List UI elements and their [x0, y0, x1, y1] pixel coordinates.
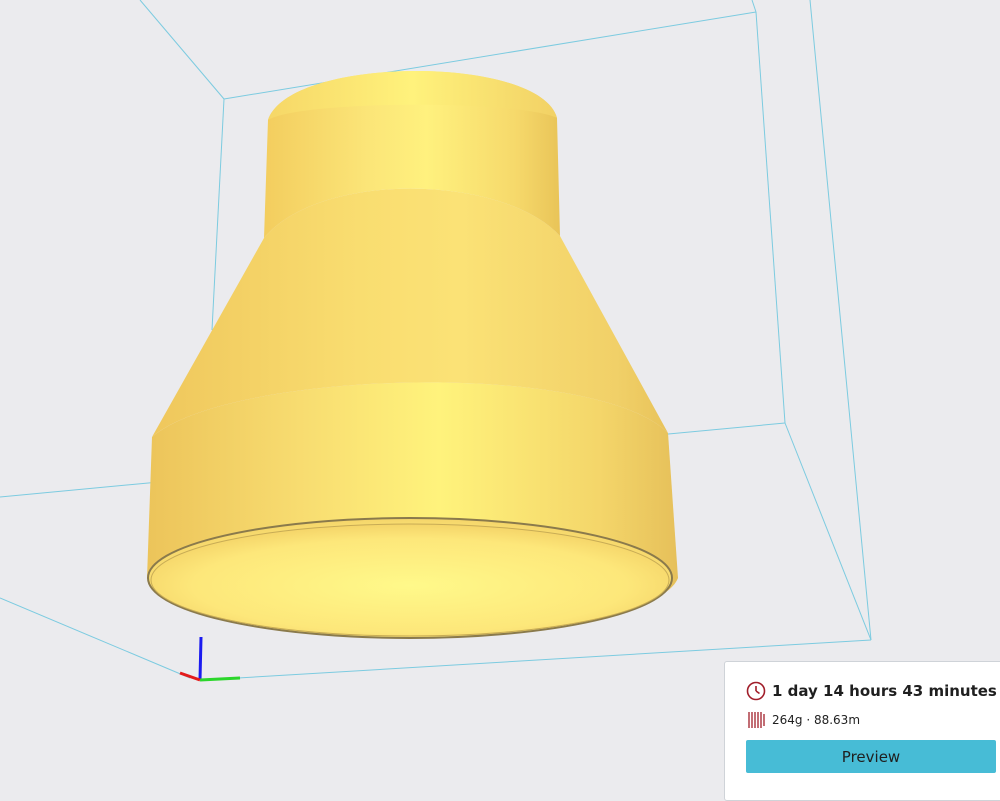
material-usage: 264g · 88.63m	[772, 713, 861, 727]
print-time: 1 day 14 hours 43 minutes	[772, 682, 997, 700]
print-info-panel: 1 day 14 hours 43 minutes 264g · 88.63m …	[724, 661, 1000, 801]
preview-button[interactable]: Preview	[746, 740, 996, 773]
print-time-row: 1 day 14 hours 43 minutes	[746, 681, 997, 701]
filament-icon	[746, 711, 766, 729]
material-row: 264g · 88.63m	[746, 711, 860, 729]
axes-gizmo	[179, 636, 241, 682]
model-mesh	[147, 70, 678, 639]
clock-icon	[746, 681, 766, 701]
